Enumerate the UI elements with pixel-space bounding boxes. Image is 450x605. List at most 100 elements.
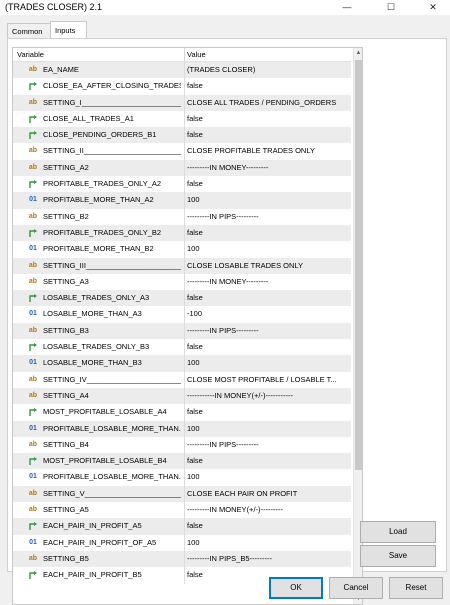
variable-value[interactable]: ---------IN MONEY--------- (187, 277, 347, 286)
variable-value[interactable]: false (187, 456, 347, 465)
table-row[interactable]: ab EA_NAME (TRADES CLOSER) (13, 62, 351, 79)
arrow-icon (28, 130, 38, 140)
variable-value[interactable]: 100 (187, 195, 347, 204)
variable-value[interactable]: CLOSE ALL TRADES / PENDING_ORDERS (187, 98, 347, 107)
minimize-icon[interactable]: — (332, 0, 362, 15)
table-row[interactable]: LOSABLE_TRADES_ONLY_B3 false (13, 339, 351, 356)
variable-value[interactable]: false (187, 293, 347, 302)
variable-value[interactable]: false (187, 114, 347, 123)
row-divider (184, 62, 185, 79)
variable-value[interactable]: ---------IN PIPS--------- (187, 440, 347, 449)
table-row[interactable]: MOST_PROFITABLE_LOSABLE_A4 false (13, 404, 351, 421)
row-divider (184, 192, 185, 209)
table-row[interactable]: 01 LOSABLE_MORE_THAN_B3 100 (13, 355, 351, 372)
text-icon: ab (28, 163, 38, 171)
table-row[interactable]: 01 PROFITABLE_LOSABLE_MORE_THAN... 100 (13, 469, 351, 486)
row-divider (184, 404, 185, 421)
save-button[interactable]: Save (360, 545, 436, 567)
row-divider (184, 241, 185, 258)
variable-value[interactable]: false (187, 342, 347, 351)
column-header-variable[interactable]: Variable (17, 50, 44, 59)
variable-value[interactable]: 100 (187, 538, 347, 547)
variable-value[interactable]: (TRADES CLOSER) (187, 65, 347, 74)
variable-name: MOST_PROFITABLE_LOSABLE_A4 (43, 407, 167, 417)
row-divider (184, 176, 185, 193)
table-row[interactable]: ab SETTING_I_________________________ CLOS… (13, 94, 351, 111)
variable-value[interactable]: -100 (187, 309, 347, 318)
variable-name: SETTING_A5 (43, 505, 89, 515)
variable-value[interactable]: false (187, 228, 347, 237)
variable-value[interactable]: -----------IN MONEY(+/-)----------- (187, 391, 347, 400)
variable-name: SETTING_B3 (43, 325, 89, 335)
table-row[interactable]: ab SETTING_A3 ---------IN MONEY--------- (13, 273, 351, 291)
table-row[interactable]: ab SETTING_A4 -----------IN MONEY(+/-)----… (13, 387, 351, 405)
table-row[interactable]: 01 LOSABLE_MORE_THAN_A3 -100 (13, 306, 351, 323)
close-icon[interactable]: ✕ (418, 0, 448, 15)
column-divider[interactable] (184, 48, 185, 61)
variable-name: EACH_PAIR_IN_PROFIT_A5 (43, 521, 142, 531)
title-bar: (TRADES CLOSER) 2.1 — ☐ ✕ (0, 0, 450, 15)
variable-value[interactable]: CLOSE LOSABLE TRADES ONLY (187, 261, 347, 270)
column-header-value[interactable]: Value (187, 50, 206, 59)
maximize-icon[interactable]: ☐ (376, 0, 406, 15)
variable-value[interactable]: false (187, 130, 347, 139)
variable-value[interactable]: ---------IN MONEY--------- (187, 163, 347, 172)
table-row[interactable]: ab SETTING_III_________________________ CL… (13, 257, 351, 274)
table-row[interactable]: MOST_PROFITABLE_LOSABLE_B4 false (13, 453, 351, 470)
variable-value[interactable]: CLOSE PROFITABLE TRADES ONLY (187, 146, 347, 155)
table-row[interactable]: EACH_PAIR_IN_PROFIT_A5 false (13, 518, 351, 535)
reset-button[interactable]: Reset (389, 577, 443, 599)
variable-value[interactable]: false (187, 570, 347, 579)
variable-value[interactable]: 100 (187, 472, 347, 481)
table-row[interactable]: ab SETTING_IV_________________________ CLO… (13, 371, 351, 388)
variable-value[interactable]: ---------IN PIPS--------- (187, 212, 347, 221)
variable-value[interactable]: ---------IN PIPS--------- (187, 326, 347, 335)
scroll-up-icon[interactable]: ▲ (354, 48, 362, 58)
table-row[interactable]: ab SETTING_B3 ---------IN PIPS--------- (13, 322, 351, 340)
table-row[interactable]: PROFITABLE_TRADES_ONLY_A2 false (13, 176, 351, 193)
table-row[interactable]: 01 PROFITABLE_MORE_THAN_B2 100 (13, 241, 351, 258)
table-row[interactable]: ab SETTING_B5 ---------IN PIPS_B5--------- (13, 550, 351, 568)
tab-common[interactable]: Common (7, 23, 51, 39)
row-divider (184, 78, 185, 95)
variable-value[interactable]: 100 (187, 358, 347, 367)
variable-value[interactable]: ---------IN PIPS_B5--------- (187, 554, 347, 563)
variable-name: LOSABLE_TRADES_ONLY_A3 (43, 293, 150, 303)
row-divider (184, 257, 185, 274)
text-icon: ab (28, 375, 38, 383)
table-row[interactable]: ab SETTING_V_________________________ CLOS… (13, 485, 351, 503)
variable-value[interactable]: ---------IN MONEY(+/-)--------- (187, 505, 347, 514)
row-divider (184, 224, 185, 242)
table-row[interactable]: LOSABLE_TRADES_ONLY_A3 false (13, 290, 351, 307)
variable-value[interactable]: 100 (187, 424, 347, 433)
scrollbar-thumb[interactable] (355, 60, 362, 470)
table-row[interactable]: ab SETTING_II_________________________ CLO… (13, 143, 351, 160)
table-row[interactable]: ab SETTING_A2 ---------IN MONEY--------- (13, 159, 351, 177)
variable-value[interactable]: false (187, 179, 347, 188)
table-row[interactable]: ab SETTING_B2 ---------IN PIPS--------- (13, 208, 351, 225)
table-row[interactable]: 01 PROFITABLE_MORE_THAN_A2 100 (13, 192, 351, 209)
arrow-icon (28, 114, 38, 124)
table-row[interactable]: CLOSE_EA_AFTER_CLOSING_TRADES false (13, 78, 351, 95)
table-row[interactable]: 01 PROFITABLE_LOSABLE_MORE_THAN... 100 (13, 420, 351, 437)
ok-button[interactable]: OK (269, 577, 323, 599)
table-row[interactable]: PROFITABLE_TRADES_ONLY_B2 false (13, 224, 351, 242)
variable-value[interactable]: false (187, 521, 347, 530)
variable-value[interactable]: false (187, 407, 347, 416)
variable-value[interactable]: CLOSE EACH PAIR ON PROFIT (187, 489, 347, 498)
row-divider (184, 306, 185, 323)
table-row[interactable]: CLOSE_PENDING_ORDERS_B1 false (13, 127, 351, 144)
table-row[interactable]: ab SETTING_B4 ---------IN PIPS--------- (13, 436, 351, 454)
table-row[interactable]: ab SETTING_A5 ---------IN MONEY(+/-)------… (13, 502, 351, 519)
cancel-button[interactable]: Cancel (329, 577, 383, 599)
table-row[interactable]: 01 EACH_PAIR_IN_PROFIT_OF_A5 100 (13, 534, 351, 551)
variable-name: SETTING_IV_________________________ (43, 374, 181, 384)
variable-value[interactable]: false (187, 81, 347, 90)
variable-value[interactable]: CLOSE MOST PROFITABLE / LOSABLE T... (187, 375, 347, 384)
text-icon: ab (28, 391, 38, 399)
load-button[interactable]: Load (360, 521, 436, 543)
table-row[interactable]: CLOSE_ALL_TRADES_A1 false (13, 110, 351, 128)
variable-name: EACH_PAIR_IN_PROFIT_B5 (43, 570, 142, 580)
row-divider (184, 322, 185, 340)
variable-value[interactable]: 100 (187, 244, 347, 253)
